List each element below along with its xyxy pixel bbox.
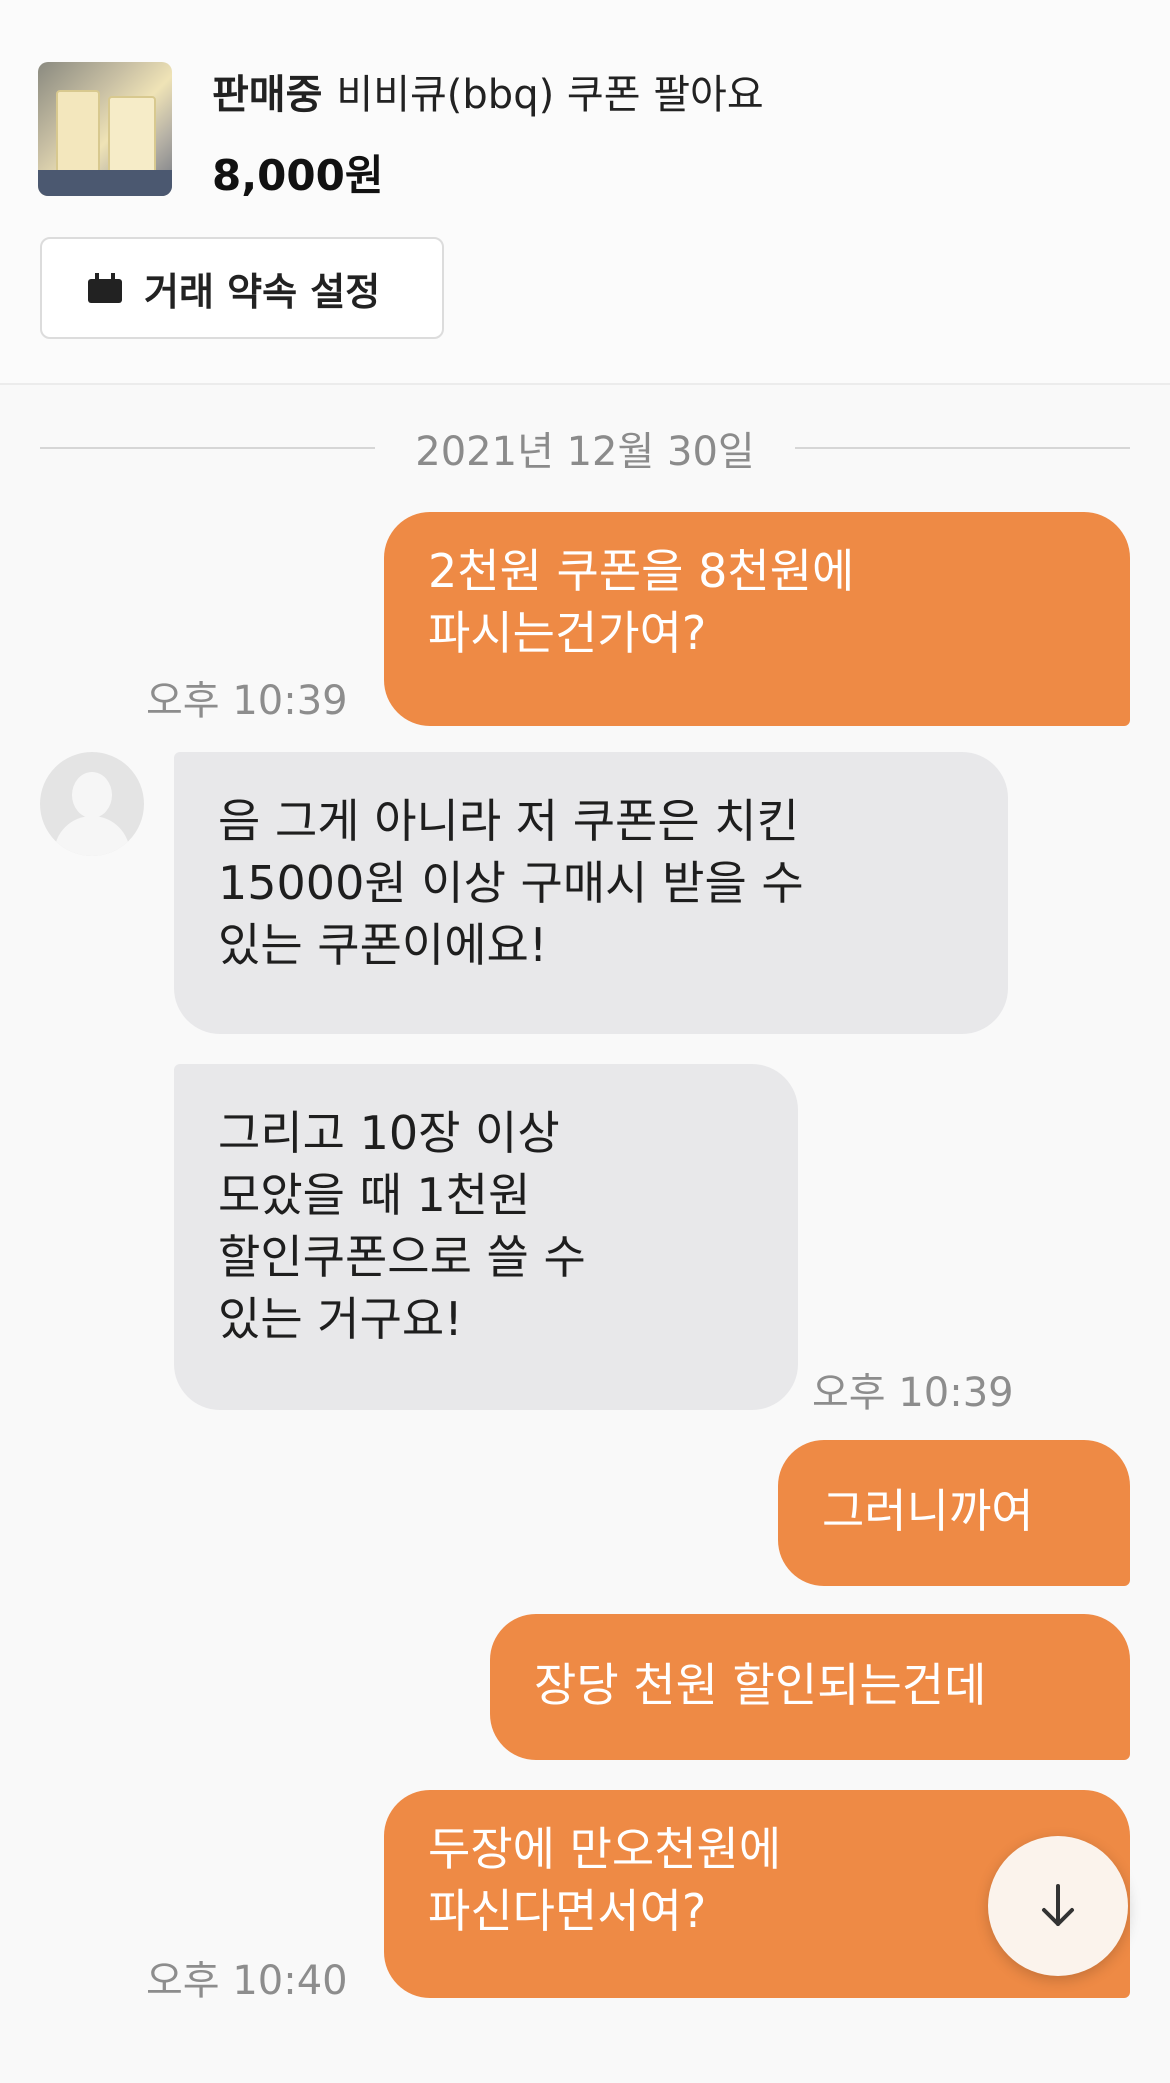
thumbnail-strip <box>38 170 172 196</box>
message-text: 모았을 때 1천원 <box>218 1168 531 1222</box>
message-bubble-received[interactable]: 음 그게 아니라 저 쿠폰은 치킨 15000원 이상 구매시 받을 수 있는 … <box>174 752 1008 1034</box>
message-text: 15000원 이상 구매시 받을 수 <box>218 856 804 910</box>
calendar-icon <box>88 273 122 303</box>
set-appointment-label: 거래 약속 설정 <box>144 269 381 314</box>
message-text: 있는 거구요! <box>218 1292 463 1346</box>
message-timestamp: 오후 10:39 <box>812 1370 1014 1416</box>
message-text: 있는 쿠폰이에요! <box>218 918 548 972</box>
divider-line <box>794 447 1130 449</box>
message-text: 장당 천원 할인되는건데 <box>534 1658 987 1712</box>
message-text: 할인쿠폰으로 쓸 수 <box>218 1230 586 1284</box>
message-timestamp: 오후 10:40 <box>146 1958 348 2004</box>
message-timestamp: 오후 10:39 <box>146 678 348 724</box>
message-bubble-received[interactable]: 그리고 10장 이상 모았을 때 1천원 할인쿠폰으로 쓸 수 있는 거구요! <box>174 1064 798 1410</box>
scroll-to-bottom-button[interactable] <box>988 1836 1128 1976</box>
product-header: 판매중 비비큐(bbq) 쿠폰 팔아요 8,000원 거래 약속 설정 <box>0 0 1170 385</box>
arrow-down-icon <box>1042 1884 1074 1926</box>
avatar-head <box>72 772 112 818</box>
product-price: 8,000원 <box>212 151 384 200</box>
message-text: 음 그게 아니라 저 쿠폰은 치킨 <box>218 794 799 848</box>
product-title: 비비큐(bbq) 쿠폰 팔아요 <box>336 72 764 118</box>
coupon-box-image <box>108 96 156 176</box>
message-text: 두장에 만오천원에 <box>428 1822 782 1876</box>
date-divider: 2021년 12월 30일 <box>40 418 1130 478</box>
message-text: 그리고 10장 이상 <box>218 1106 560 1160</box>
message-bubble-sent[interactable]: 그러니까여 <box>778 1440 1130 1586</box>
message-text: 그러니까여 <box>822 1484 1034 1538</box>
message-bubble-sent[interactable]: 2천원 쿠폰을 8천원에 파시는건가여? <box>384 512 1130 726</box>
sale-status: 판매중 <box>212 72 323 118</box>
set-appointment-button[interactable]: 거래 약속 설정 <box>40 237 444 339</box>
message-bubble-sent[interactable]: 장당 천원 할인되는건데 <box>490 1614 1130 1760</box>
coupon-box-image <box>56 90 100 174</box>
message-text: 파시는건가여? <box>428 606 707 660</box>
message-text: 2천원 쿠폰을 8천원에 <box>428 544 855 598</box>
divider-line <box>40 447 376 449</box>
product-title-row[interactable]: 판매중 비비큐(bbq) 쿠폰 팔아요 <box>212 62 764 120</box>
date-label: 2021년 12월 30일 <box>415 429 755 475</box>
avatar[interactable] <box>40 752 144 856</box>
product-thumbnail[interactable] <box>38 62 172 196</box>
avatar-body <box>54 816 130 856</box>
